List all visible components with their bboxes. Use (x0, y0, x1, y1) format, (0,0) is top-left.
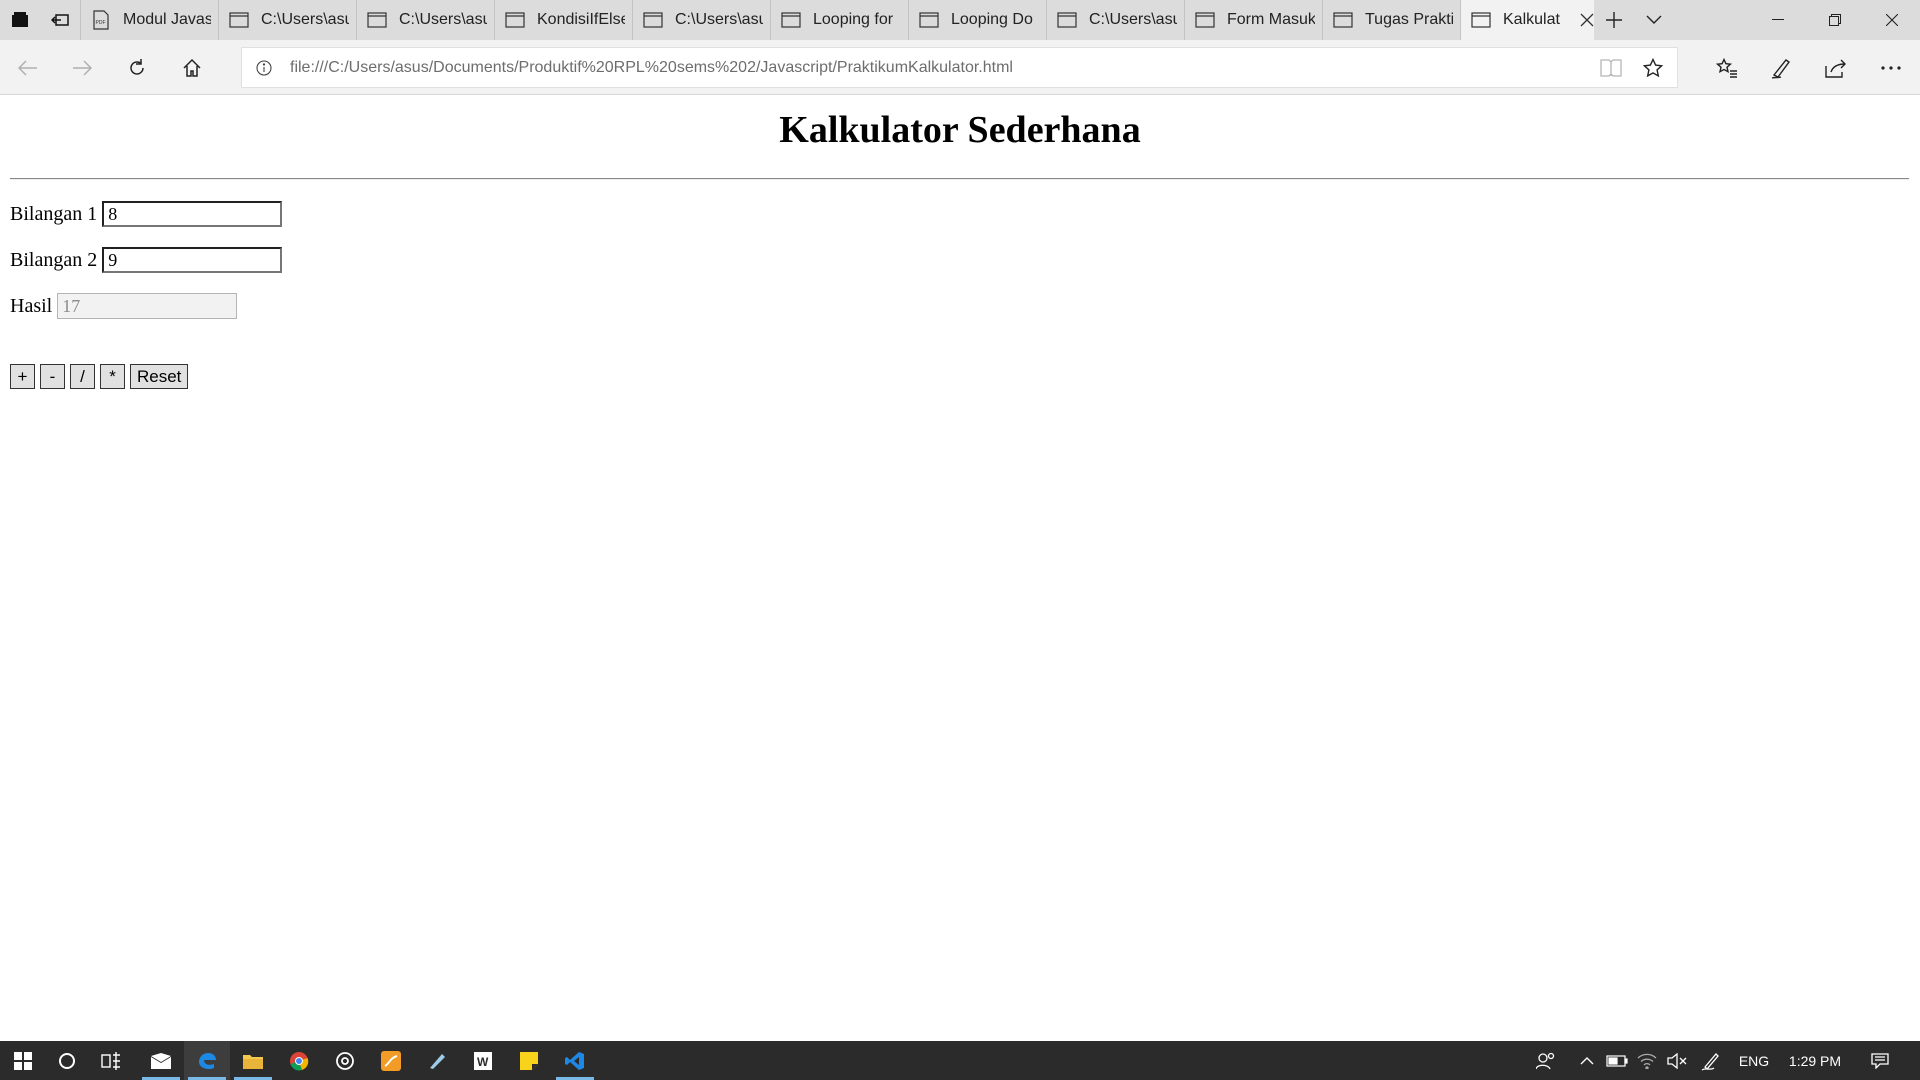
cortana-search-icon[interactable] (44, 1041, 90, 1080)
tab-label: Tugas Prakti (1365, 11, 1453, 28)
bilangan2-input[interactable] (102, 247, 283, 273)
hasil-output (57, 293, 238, 319)
vscode-icon[interactable] (552, 1041, 598, 1080)
hasil-label: Hasil (10, 294, 53, 317)
divide-button[interactable]: / (70, 364, 95, 389)
web-note-pen-icon[interactable] (1761, 48, 1801, 88)
chrome-icon[interactable] (276, 1041, 322, 1080)
tab-form-masuk[interactable]: Form Masuk (1184, 0, 1322, 40)
page-title: Kalkulator Sederhana (779, 109, 1141, 151)
new-tab-icon[interactable] (1594, 0, 1634, 40)
tab-actions-icon[interactable] (0, 0, 40, 40)
tab-label: KondisiIfElse (537, 11, 625, 28)
tab-label: C:\Users\asu (675, 11, 763, 28)
address-bar[interactable]: file:///C:/Users/asus/Documents/Produkti… (241, 47, 1678, 88)
page-content: Kalkulator Sederhana Bilangan 1 Bilangan… (0, 96, 1920, 1041)
tab-users-4[interactable]: C:\Users\asu (1046, 0, 1184, 40)
edge-browser-icon[interactable] (184, 1041, 230, 1080)
tab-tugas-praktikum[interactable]: Tugas Prakti (1322, 0, 1460, 40)
file-explorer-icon[interactable] (230, 1041, 276, 1080)
tab-users-1[interactable]: C:\Users\asu (218, 0, 356, 40)
reading-view-icon[interactable] (1599, 56, 1623, 80)
volume-muted-icon[interactable] (1662, 1041, 1692, 1080)
more-options-icon[interactable] (1871, 48, 1911, 88)
action-center-icon[interactable] (1862, 1041, 1898, 1080)
windows-start-icon[interactable] (0, 1041, 46, 1080)
tab-label: C:\Users\asu (1089, 11, 1177, 28)
wifi-icon[interactable] (1632, 1041, 1662, 1080)
tab-label: Looping for (813, 11, 894, 28)
page-icon (505, 10, 525, 30)
refresh-icon[interactable] (117, 48, 157, 88)
media-player-icon[interactable] (322, 1041, 368, 1080)
tab-label: Form Masuk (1227, 11, 1315, 28)
battery-icon[interactable] (1602, 1041, 1632, 1080)
tab-preview-chevron-icon[interactable] (1634, 0, 1674, 40)
people-icon[interactable] (1526, 1041, 1566, 1080)
bilangan1-row: Bilangan 1 (10, 200, 283, 228)
bilangan2-row: Bilangan 2 (10, 246, 283, 274)
home-icon[interactable] (172, 48, 212, 88)
favorites-hub-icon[interactable] (1707, 48, 1747, 88)
mail-app-icon[interactable] (138, 1041, 184, 1080)
operator-buttons: + - / * Reset (10, 364, 193, 389)
app-orange-icon[interactable] (368, 1041, 414, 1080)
tab-label: Modul Javas (123, 11, 211, 28)
tab-looping-for[interactable]: Looping for (770, 0, 908, 40)
minimize-icon[interactable] (1749, 0, 1806, 40)
forward-arrow-icon[interactable] (62, 48, 102, 88)
page-icon (1333, 10, 1353, 30)
page-icon (781, 10, 801, 30)
page-icon (643, 10, 663, 30)
windows-ink-icon[interactable] (1696, 1041, 1726, 1080)
page-icon (919, 10, 939, 30)
tab-looping-do[interactable]: Looping Do (908, 0, 1046, 40)
multiply-button[interactable]: * (100, 364, 125, 389)
hasil-row: Hasil (10, 292, 238, 320)
page-icon (367, 10, 387, 30)
tab-label: Kalkulat (1503, 11, 1560, 28)
page-icon (1057, 10, 1077, 30)
restore-icon[interactable] (1806, 0, 1863, 40)
bilangan1-label: Bilangan 1 (10, 202, 98, 225)
svg-text:W: W (477, 1055, 489, 1069)
sticky-notes-icon[interactable] (506, 1041, 552, 1080)
language-indicator[interactable]: ENG (1734, 1041, 1774, 1080)
back-arrow-icon[interactable] (8, 48, 48, 88)
bilangan2-label: Bilangan 2 (10, 248, 98, 271)
subtract-button[interactable]: - (40, 364, 65, 389)
app-word-icon[interactable]: W (460, 1041, 506, 1080)
close-window-icon[interactable] (1863, 0, 1920, 40)
bilangan1-input[interactable] (102, 201, 283, 227)
tab-label: Looping Do (951, 11, 1033, 28)
clock-time[interactable]: 1:29 PM (1780, 1041, 1850, 1080)
divider (10, 178, 1909, 180)
page-icon (1471, 10, 1491, 30)
page-icon (1195, 10, 1215, 30)
page-icon (229, 10, 249, 30)
favorite-star-icon[interactable] (1641, 56, 1665, 80)
tab-label: C:\Users\asu (261, 11, 349, 28)
close-tab-icon[interactable] (1579, 12, 1594, 28)
task-view-icon[interactable] (88, 1041, 134, 1080)
tab-label: C:\Users\asu (399, 11, 487, 28)
reset-button[interactable]: Reset (130, 364, 189, 389)
tab-kalkulator-active[interactable]: Kalkulat (1460, 0, 1594, 40)
app-feather-icon[interactable] (414, 1041, 460, 1080)
tab-users-3[interactable]: C:\Users\asu (632, 0, 770, 40)
add-button[interactable]: + (10, 364, 35, 389)
tab-modul-javascript[interactable]: PDF Modul Javas (80, 0, 218, 40)
set-tabs-aside-icon[interactable] (40, 0, 80, 40)
share-icon[interactable] (1816, 48, 1856, 88)
address-url[interactable]: file:///C:/Users/asus/Documents/Produkti… (290, 59, 1013, 77)
svg-text:PDF: PDF (96, 20, 106, 26)
site-info-icon[interactable] (254, 58, 274, 78)
tab-kondisi-if-else[interactable]: KondisiIfElse (494, 0, 632, 40)
taskbar: W ENG 1:29 PM (0, 1041, 1920, 1080)
navigation-bar: file:///C:/Users/asus/Documents/Produkti… (0, 40, 1920, 95)
pdf-icon: PDF (91, 10, 111, 30)
tab-strip: PDF Modul Javas C:\Users\asu C:\Users\as… (0, 0, 1920, 40)
tab-users-2[interactable]: C:\Users\asu (356, 0, 494, 40)
show-hidden-icons-chevron-icon[interactable] (1572, 1041, 1602, 1080)
